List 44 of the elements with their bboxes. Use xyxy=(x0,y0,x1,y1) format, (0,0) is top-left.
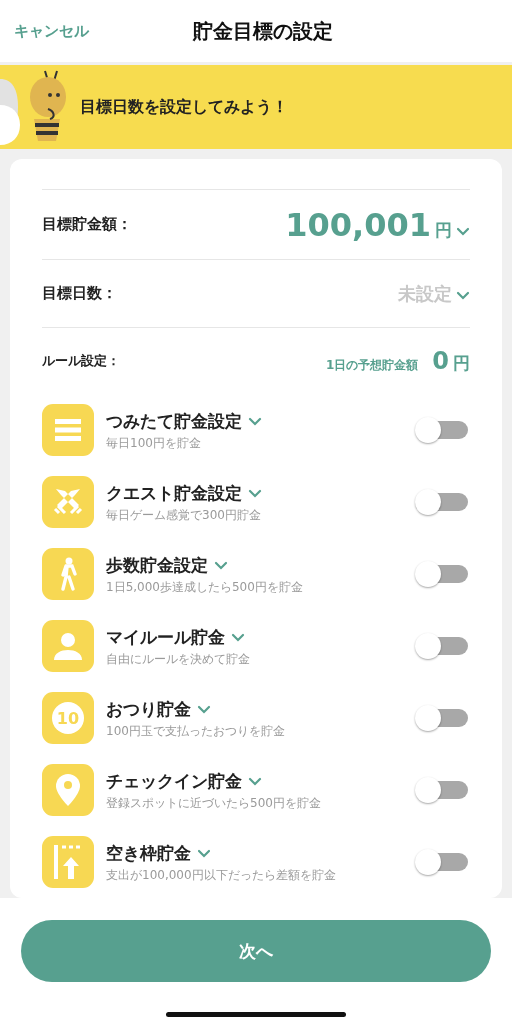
rule-description: 自由にルールを決めて貯金 xyxy=(106,651,251,667)
rule-toggle[interactable] xyxy=(414,631,470,661)
rule-description: 登録スポットに近づいたら500円を貯金 xyxy=(106,795,322,811)
rule-toggle[interactable] xyxy=(414,703,470,733)
chevron-down-icon xyxy=(248,488,262,498)
goal-amount-label: 目標貯金額： xyxy=(42,215,132,234)
rule-toggle[interactable] xyxy=(414,559,470,589)
rule-title[interactable]: クエスト貯金設定 xyxy=(106,481,242,505)
currency-unit: 円 xyxy=(453,352,470,375)
daily-estimate-value: 0 xyxy=(432,347,449,375)
rule-title[interactable]: マイルール貯金 xyxy=(106,625,225,649)
rule-title[interactable]: おつり貯金 xyxy=(106,697,191,721)
coin-icon: 10 xyxy=(51,701,85,735)
rule-title[interactable]: つみたて貯金設定 xyxy=(106,409,242,433)
rule-toggle[interactable] xyxy=(414,847,470,877)
rule-title[interactable]: チェックイン貯金 xyxy=(106,769,242,793)
rule-description: 支出が100,000円以下だったら差額を貯金 xyxy=(106,867,337,883)
chevron-down-icon xyxy=(214,560,228,570)
list-icon xyxy=(55,418,81,442)
goal-days-label: 目標日数： xyxy=(42,284,117,303)
rule-title[interactable]: 空き枠貯金 xyxy=(106,841,191,865)
rule-toggle[interactable] xyxy=(414,775,470,805)
chevron-down-icon xyxy=(248,776,262,786)
hint-message: 目標日数を設定してみよう！ xyxy=(80,96,288,118)
rule-toggle[interactable] xyxy=(414,415,470,445)
page-title: 貯金目標の設定 xyxy=(193,17,333,45)
currency-unit: 円 xyxy=(435,218,452,242)
chevron-down-icon xyxy=(197,848,211,858)
rule-toggle[interactable] xyxy=(414,487,470,517)
daily-estimate-label: 1日の予想貯金額 xyxy=(325,357,419,374)
rule-description: 100円玉で支払ったおつりを貯金 xyxy=(106,723,286,739)
location-pin-icon xyxy=(56,774,80,806)
rule-description: 毎日100円を貯金 xyxy=(106,435,202,451)
chevron-down-icon xyxy=(197,704,211,714)
rule-description: 毎日ゲーム感覚で300円貯金 xyxy=(106,507,262,523)
rule-description: 1日5,000歩達成したら500円を貯金 xyxy=(106,579,304,595)
rule-settings-label: ルール設定： xyxy=(42,352,120,370)
crossed-swords-icon xyxy=(52,487,84,517)
chevron-down-icon xyxy=(456,290,470,300)
chevron-down-icon xyxy=(248,416,262,426)
person-icon xyxy=(53,631,83,661)
chevron-down-icon xyxy=(456,226,470,236)
chevron-down-icon xyxy=(231,632,245,642)
rule-title[interactable]: 歩数貯金設定 xyxy=(106,553,208,577)
